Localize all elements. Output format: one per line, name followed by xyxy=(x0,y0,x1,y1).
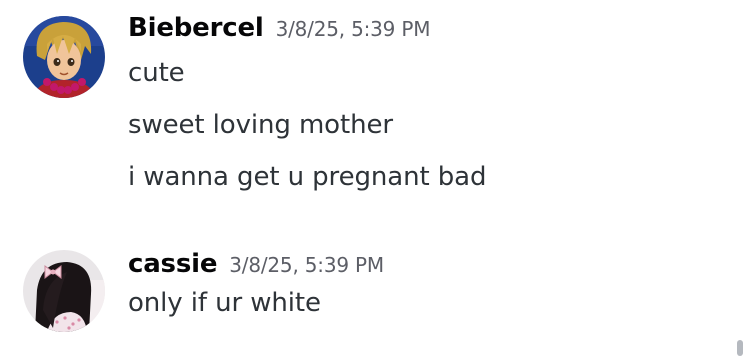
avatar[interactable] xyxy=(23,250,105,332)
girl-with-bow-avatar-icon xyxy=(23,250,105,332)
message-text: i wanna get u pregnant bad xyxy=(128,162,487,192)
timestamp[interactable]: 3/8/25, 5:39 PM xyxy=(276,17,431,41)
username[interactable]: cassie xyxy=(128,249,217,279)
username[interactable]: Biebercel xyxy=(128,13,264,43)
avatar[interactable] xyxy=(23,16,105,98)
message-group: cassie 3/8/25, 5:39 PM only if ur white xyxy=(0,236,750,346)
message-header: cassie 3/8/25, 5:39 PM xyxy=(128,249,384,279)
message-header: Biebercel 3/8/25, 5:39 PM xyxy=(128,13,430,43)
timestamp[interactable]: 3/8/25, 5:39 PM xyxy=(229,253,384,277)
message-text: cute xyxy=(128,58,185,88)
scrollbar-thumb[interactable] xyxy=(737,340,743,356)
anime-boy-avatar-icon xyxy=(23,16,105,98)
message-group: Biebercel 3/8/25, 5:39 PM cute sweet lovi… xyxy=(0,0,750,210)
message-text: sweet loving mother xyxy=(128,110,393,140)
message-text: only if ur white xyxy=(128,288,321,318)
